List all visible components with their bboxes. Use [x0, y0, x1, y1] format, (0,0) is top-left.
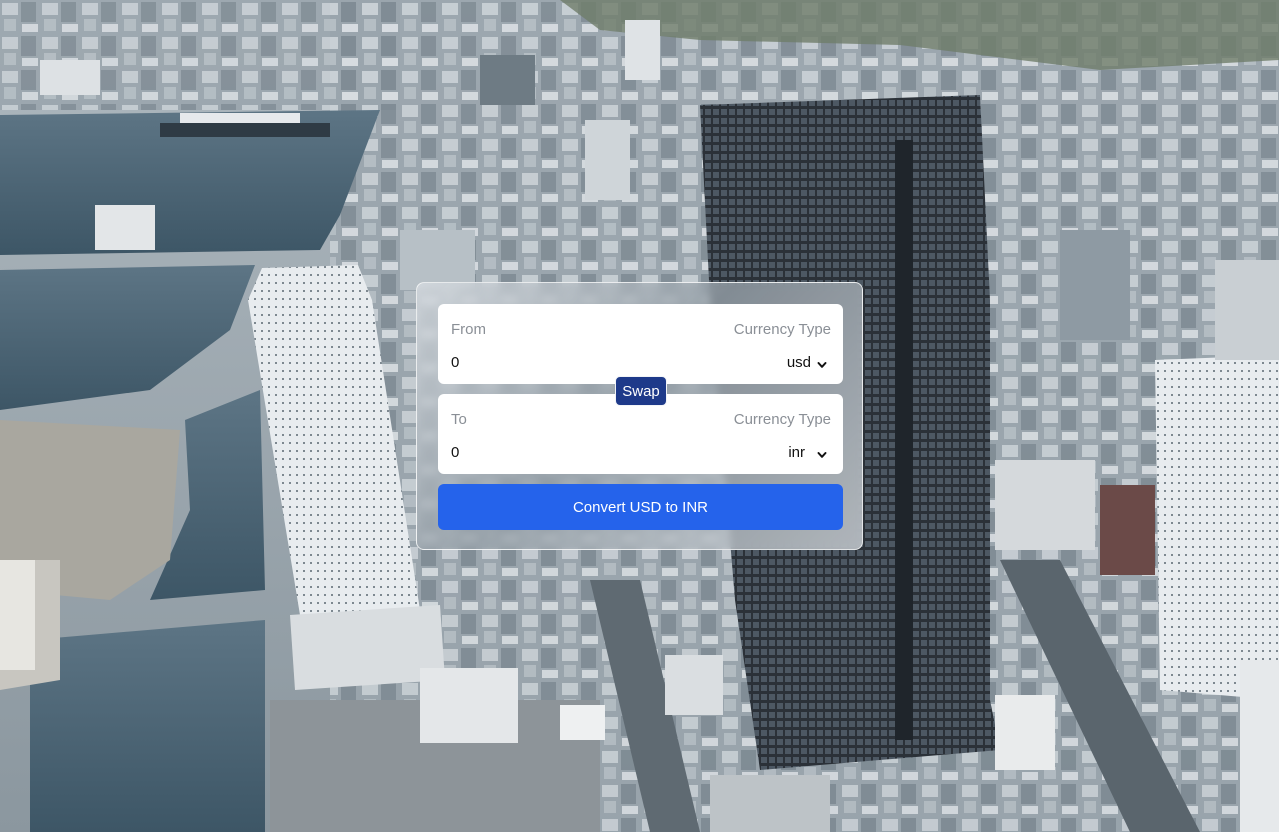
from-label: From [451, 321, 486, 338]
from-currency-value: usd [786, 353, 811, 371]
from-amount-input[interactable] [451, 351, 651, 373]
chevron-down-icon [817, 447, 827, 458]
swap-button[interactable]: Swap [615, 376, 667, 406]
chevron-down-icon [817, 357, 827, 368]
to-currency-value: inr [788, 443, 805, 461]
to-currency-select[interactable]: inr [788, 441, 827, 463]
from-panel: From Currency Type usd [438, 304, 843, 384]
to-panel: To Currency Type inr [438, 394, 843, 474]
currency-converter-card: From Currency Type usd To Currency Type … [416, 282, 863, 550]
to-label: To [451, 411, 467, 428]
convert-button[interactable]: Convert USD to INR [438, 484, 843, 530]
from-currency-type-label: Currency Type [733, 321, 831, 338]
from-currency-select[interactable]: usd [787, 351, 827, 373]
to-currency-type-label: Currency Type [733, 411, 831, 428]
to-amount-input[interactable] [451, 441, 651, 463]
